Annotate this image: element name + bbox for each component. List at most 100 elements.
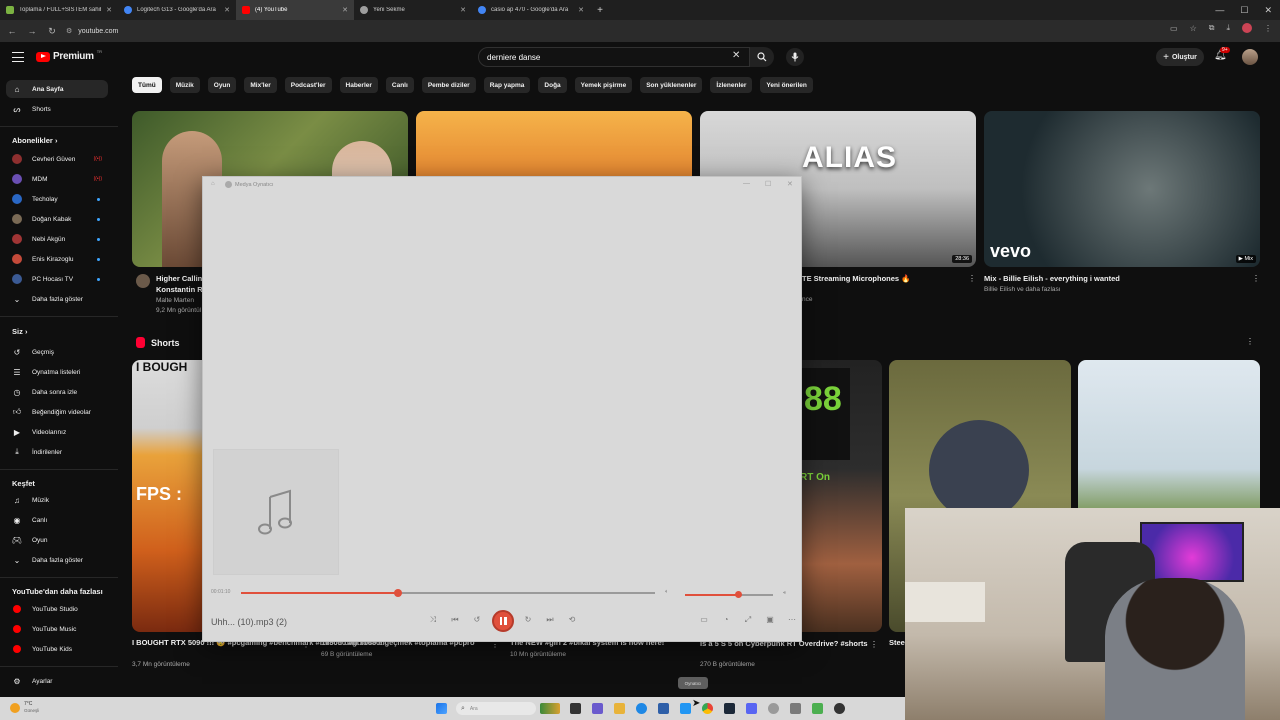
channel-name[interactable]: Billie Eilish ve daha fazlası <box>984 286 1061 293</box>
voice-search-button[interactable] <box>786 48 804 66</box>
browser-tab[interactable]: Yeni Sekme ✕ <box>354 0 472 20</box>
more-options-icon[interactable]: ⋮ <box>968 274 976 283</box>
search-button[interactable] <box>750 47 774 67</box>
chip-recently-uploaded[interactable]: Son yüklenenler <box>640 77 703 93</box>
tab-close-icon[interactable]: ✕ <box>578 6 584 14</box>
subtitles-icon[interactable]: ▭ <box>697 615 711 624</box>
sidebar-item-liked-videos[interactable]: 👍︎ Beğendiğim videolar <box>6 403 108 421</box>
rewind-icon[interactable]: ↺ <box>470 615 484 624</box>
account-avatar[interactable] <box>1242 49 1258 65</box>
sidebar-item-subscription[interactable]: PC Hocası TV <box>6 270 108 288</box>
chip-all[interactable]: Tümü <box>132 77 162 93</box>
video-title[interactable]: TE Streaming Microphones 🔥 <box>802 274 911 283</box>
create-button[interactable]: + Oluştur <box>1156 48 1204 66</box>
tab-close-icon[interactable]: ✕ <box>106 6 112 14</box>
sidebar-item-live[interactable]: ◉ Canlı <box>6 511 108 529</box>
site-info-icon[interactable]: ⚙ <box>66 27 72 35</box>
browser-tab[interactable]: Logitech G13 - Google'da Ara ✕ <box>118 0 236 20</box>
windows-start-icon[interactable] <box>436 703 447 714</box>
weather-icon[interactable] <box>10 703 20 713</box>
profile-icon[interactable] <box>1242 23 1252 33</box>
sidebar-item-your-videos[interactable]: ▶ Videolarınız <box>6 423 108 441</box>
sidebar-item-subscription[interactable]: MDM ((•)) <box>6 170 108 188</box>
steam-icon[interactable] <box>724 703 735 714</box>
sidebar-item-subscription[interactable]: Techolay <box>6 190 108 208</box>
chip-cooking[interactable]: Yemek pişirme <box>574 77 633 93</box>
reload-icon[interactable]: ↻ <box>46 26 58 37</box>
sidebar-item-history[interactable]: ↺ Geçmiş <box>6 343 108 361</box>
back-icon[interactable]: ⌂ <box>211 181 215 187</box>
browser-tab-active[interactable]: (4) YouTube ✕ <box>236 0 354 20</box>
hamburger-menu-icon[interactable] <box>12 52 24 62</box>
subscriptions-heading[interactable]: Abonelikler › <box>12 136 57 145</box>
app-icon[interactable] <box>768 703 779 714</box>
youtube-logo[interactable]: Premium TR <box>36 49 102 62</box>
sidebar-item-youtube-kids[interactable]: YouTube Kids <box>6 640 108 658</box>
new-tab-button[interactable]: + <box>590 0 610 20</box>
sidebar-item-home[interactable]: ⌂ Ana Sayfa <box>6 80 108 98</box>
chip-games[interactable]: Oyun <box>207 77 237 93</box>
sidebar-item-subscription[interactable]: Nebi Akgün <box>6 230 108 248</box>
chip-rap[interactable]: Rap yapma <box>483 77 531 93</box>
sidebar-item-youtube-studio[interactable]: YouTube Studio <box>6 600 108 618</box>
chip-new-to-you[interactable]: Yeni önerilen <box>760 77 813 93</box>
search-input[interactable]: derniere danse <box>478 47 750 67</box>
sidebar-item-subscription[interactable]: Cevheri Güven ((•)) <box>6 150 108 168</box>
browser-tab[interactable]: Toplama / FULL+SİSTEM sahibi ✕ <box>0 0 118 20</box>
repeat-icon[interactable]: ⟲ <box>565 615 579 624</box>
close-icon[interactable]: ✕ <box>787 180 793 188</box>
media-player-icon[interactable] <box>834 703 845 714</box>
sidebar-item-shorts[interactable]: ᔕ Shorts <box>6 100 108 118</box>
sidebar-item-show-more[interactable]: ⌄ Daha fazla göster <box>6 290 108 308</box>
chip-podcasts[interactable]: Podcast'ler <box>284 77 332 93</box>
video-title[interactable]: Mix - Billie Eilish - everything i wante… <box>984 274 1120 283</box>
sidebar-item-playlists[interactable]: ☰ Oynatma listeleri <box>6 363 108 381</box>
more-options-icon[interactable]: ⋯ <box>785 615 799 624</box>
chip-mixes[interactable]: Mix'ler <box>244 77 277 93</box>
tab-close-icon[interactable]: ✕ <box>460 6 466 14</box>
short-title[interactable]: Stee <box>889 638 905 647</box>
more-options-icon[interactable]: ⋮ <box>1246 337 1254 346</box>
cast-icon[interactable]: ▣ <box>763 615 777 624</box>
speed-icon[interactable]: ◔ <box>719 615 733 624</box>
chip-live[interactable]: Canlı <box>385 77 414 93</box>
app-icon[interactable] <box>680 703 691 714</box>
task-view-icon[interactable] <box>570 703 581 714</box>
video-title[interactable]: Higher Callin <box>156 274 202 283</box>
sidebar-item-subscription[interactable]: Doğan Kabak <box>6 210 108 228</box>
more-options-icon[interactable]: ⋮ <box>1252 274 1260 283</box>
notifications-button[interactable]: 🔔︎ 9+ <box>1214 47 1230 61</box>
minimize-icon[interactable]: — <box>1215 5 1224 15</box>
extensions-icon[interactable]: ⧉ <box>1209 23 1215 33</box>
chrome-icon[interactable] <box>702 703 713 714</box>
volume-icon[interactable]: 🔈︎ <box>665 589 669 596</box>
tab-close-icon[interactable]: ✕ <box>342 6 348 14</box>
discord-icon[interactable] <box>746 703 757 714</box>
volume-handle[interactable] <box>734 591 742 598</box>
forward-icon[interactable]: → <box>26 26 38 36</box>
sidebar-item-explore-more[interactable]: ⌄ Daha fazla göster <box>6 551 108 569</box>
sidebar-item-gaming[interactable]: 🎮︎ Oyun <box>6 531 108 549</box>
cast-icon[interactable]: ▭ <box>1170 24 1178 33</box>
file-explorer-icon[interactable] <box>614 703 625 714</box>
sidebar-item-downloads[interactable]: ⤓ İndirilenler <box>6 443 108 461</box>
taskbar-search[interactable]: ⌕ Ara <box>456 702 536 715</box>
widgets-icon[interactable] <box>540 703 560 714</box>
sidebar-item-subscription[interactable]: Enis Kirazoglu <box>6 250 108 268</box>
sidebar-item-music[interactable]: ♫ Müzik <box>6 491 108 509</box>
more-options-icon[interactable]: ⋮ <box>870 640 878 649</box>
seek-bar[interactable] <box>241 589 655 597</box>
url-field[interactable]: ⚙ youtube.com <box>66 23 1146 39</box>
store-icon[interactable] <box>658 703 669 714</box>
download-icon[interactable]: ⤓ <box>1226 23 1230 33</box>
sidebar-item-youtube-music[interactable]: YouTube Music <box>6 620 108 638</box>
app-icon[interactable] <box>592 703 603 714</box>
volume-slider[interactable] <box>685 591 773 598</box>
channel-name[interactable]: nce <box>802 296 812 303</box>
bookmark-star-icon[interactable]: ☆ <box>1190 24 1197 33</box>
browser-tab[interactable]: casio ap 470 - Google'da Ara ✕ <box>472 0 590 20</box>
browser-menu-icon[interactable]: ⋮ <box>1264 24 1272 33</box>
settings-icon[interactable] <box>790 703 801 714</box>
shuffle-icon[interactable]: ⤨ <box>426 615 440 625</box>
pause-button[interactable] <box>492 610 514 632</box>
